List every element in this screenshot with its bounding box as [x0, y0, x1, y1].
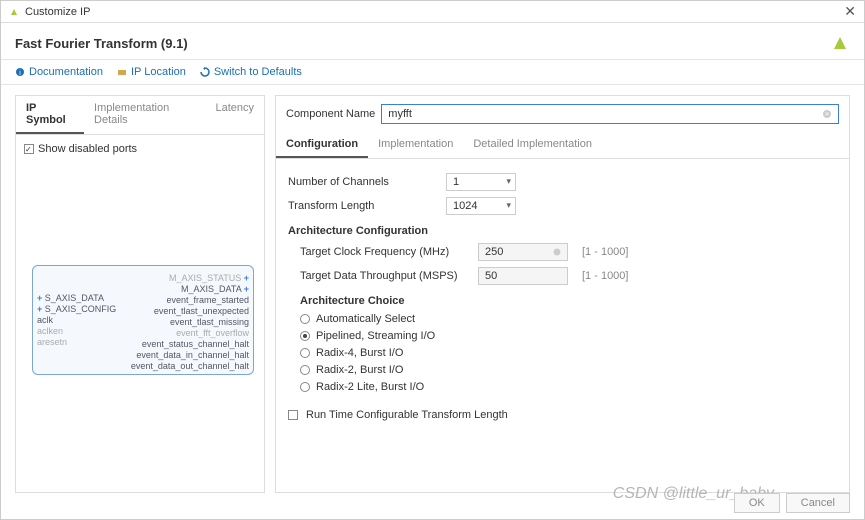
transform-length-label: Transform Length: [288, 200, 438, 212]
component-name-row: Component Name myfft ✕: [276, 96, 849, 132]
arch-choice-label: Radix-2, Burst I/O: [316, 364, 403, 376]
port-right: event_frame_started: [131, 295, 249, 305]
port-right: M_AXIS_STATUS +: [131, 273, 249, 283]
documentation-link[interactable]: i Documentation: [15, 66, 103, 78]
ok-button[interactable]: OK: [734, 493, 780, 513]
port-right: event_data_out_channel_halt: [131, 361, 249, 371]
throughput-input[interactable]: 50: [478, 267, 568, 285]
arch-config-title: Architecture Configuration: [288, 225, 837, 237]
folder-icon: [117, 67, 127, 77]
tab-impl-details[interactable]: Implementation Details: [84, 96, 205, 134]
arch-choice-option[interactable]: Radix-4, Burst I/O: [300, 347, 837, 359]
arch-choice-label: Radix-4, Burst I/O: [316, 347, 403, 359]
arch-choice-option[interactable]: Radix-2, Burst I/O: [300, 364, 837, 376]
port-right: event_tlast_unexpected: [131, 306, 249, 316]
tab-implementation[interactable]: Implementation: [368, 132, 463, 158]
clear-icon[interactable]: ✕: [822, 109, 832, 119]
arch-choice-label: Radix-2 Lite, Burst I/O: [316, 381, 424, 393]
runtime-config-checkbox[interactable]: [288, 410, 298, 420]
show-disabled-row[interactable]: Show disabled ports: [24, 143, 256, 155]
clear-icon[interactable]: [553, 248, 561, 256]
toolbar: i Documentation IP Location Switch to De…: [1, 60, 864, 85]
header: Fast Fourier Transform (9.1): [1, 23, 864, 60]
show-disabled-checkbox[interactable]: [24, 144, 34, 154]
app-logo-icon: [9, 7, 19, 17]
refresh-icon: [200, 67, 210, 77]
ip-location-link[interactable]: IP Location: [117, 66, 186, 78]
component-name-label: Component Name: [286, 108, 375, 120]
arch-choice-option[interactable]: Radix-2 Lite, Burst I/O: [300, 381, 837, 393]
left-panel: IP Symbol Implementation Details Latency…: [15, 95, 265, 493]
radio-button[interactable]: [300, 314, 310, 324]
cancel-button[interactable]: Cancel: [786, 493, 850, 513]
window-title: Customize IP: [25, 6, 90, 18]
radio-button[interactable]: [300, 348, 310, 358]
arch-choice-label: Pipelined, Streaming I/O: [316, 330, 435, 342]
port-left: aresetn: [37, 337, 116, 347]
runtime-config-label: Run Time Configurable Transform Length: [306, 409, 508, 421]
clock-freq-input[interactable]: 250: [478, 243, 568, 261]
radio-button[interactable]: [300, 331, 310, 341]
ip-block-diagram[interactable]: + S_AXIS_DATA+ S_AXIS_CONFIGaclkaclkenar…: [32, 265, 254, 375]
arch-choice-label: Automatically Select: [316, 313, 415, 325]
port-right: M_AXIS_DATA +: [131, 284, 249, 294]
svg-text:✕: ✕: [824, 112, 829, 118]
titlebar: Customize IP ✕: [1, 1, 864, 23]
port-right: event_status_channel_halt: [131, 339, 249, 349]
radio-button[interactable]: [300, 365, 310, 375]
port-left: aclk: [37, 315, 116, 325]
tab-latency[interactable]: Latency: [205, 96, 264, 134]
port-right: event_fft_overflow: [131, 328, 249, 338]
port-left: + S_AXIS_CONFIG: [37, 304, 116, 314]
port-right: event_tlast_missing: [131, 317, 249, 327]
arch-choice-group: Automatically Select Pipelined, Streaming…: [300, 313, 837, 393]
left-tabs: IP Symbol Implementation Details Latency: [16, 96, 264, 135]
tab-configuration[interactable]: Configuration: [276, 132, 368, 158]
port-right: event_data_in_channel_halt: [131, 350, 249, 360]
arch-choice-title: Architecture Choice: [300, 295, 837, 307]
port-left: aclken: [37, 326, 116, 336]
xilinx-logo-icon: [830, 33, 850, 53]
port-left: + S_AXIS_DATA: [37, 293, 116, 303]
component-name-input[interactable]: myfft ✕: [381, 104, 839, 124]
switch-defaults-link[interactable]: Switch to Defaults: [200, 66, 302, 78]
tab-detailed-impl[interactable]: Detailed Implementation: [463, 132, 602, 158]
left-content: Show disabled ports + S_AXIS_DATA+ S_AXI…: [16, 135, 264, 492]
radio-button[interactable]: [300, 382, 310, 392]
arch-choice-option[interactable]: Pipelined, Streaming I/O: [300, 330, 837, 342]
num-channels-select[interactable]: 1: [446, 173, 516, 191]
num-channels-label: Number of Channels: [288, 176, 438, 188]
footer: OK Cancel: [734, 493, 850, 513]
close-icon[interactable]: ✕: [844, 3, 856, 20]
clock-freq-hint: [1 - 1000]: [582, 246, 628, 258]
clock-freq-label: Target Clock Frequency (MHz): [300, 246, 470, 258]
tab-ip-symbol[interactable]: IP Symbol: [16, 96, 84, 134]
right-tabs: Configuration Implementation Detailed Im…: [276, 132, 849, 159]
throughput-label: Target Data Throughput (MSPS): [300, 270, 470, 282]
transform-length-select[interactable]: 1024: [446, 197, 516, 215]
throughput-hint: [1 - 1000]: [582, 270, 628, 282]
arch-choice-option[interactable]: Automatically Select: [300, 313, 837, 325]
show-disabled-label: Show disabled ports: [38, 143, 137, 155]
page-title: Fast Fourier Transform (9.1): [15, 36, 188, 51]
main-content: IP Symbol Implementation Details Latency…: [1, 85, 864, 503]
config-body: Number of Channels 1 Transform Length 10…: [276, 159, 849, 435]
right-panel: Component Name myfft ✕ Configuration Imp…: [275, 95, 850, 493]
info-icon: i: [15, 67, 25, 77]
